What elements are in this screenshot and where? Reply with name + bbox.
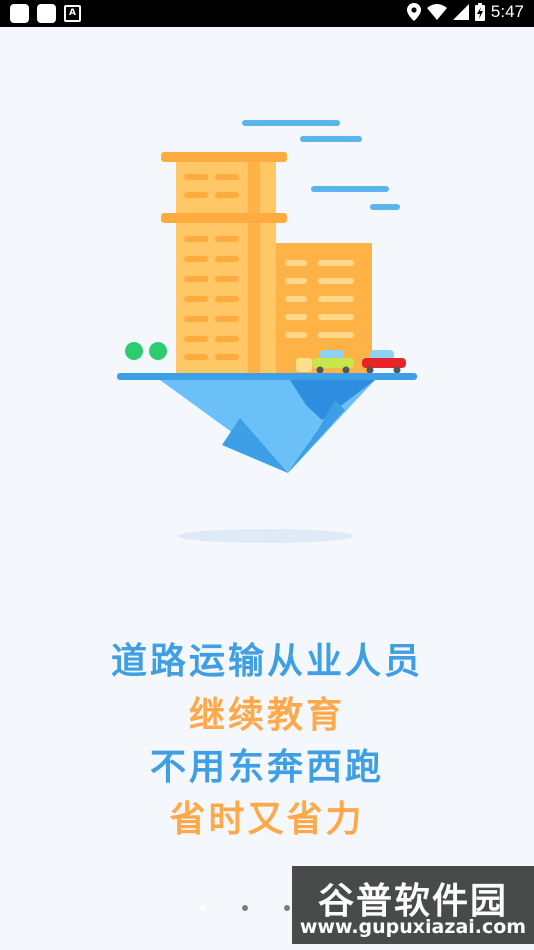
slogan-line-1: 道路运输从业人员	[110, 641, 423, 682]
battery-charging-icon	[474, 3, 485, 21]
signal-icon	[452, 4, 469, 20]
slogan-line-3: 不用东奔西跑	[149, 747, 384, 788]
slogan-line-4: 省时又省力	[169, 799, 365, 840]
system-icons: 5:47	[406, 2, 524, 22]
notification-app-icon	[37, 4, 56, 23]
city-island-illustration	[117, 120, 417, 543]
notification-app-icon	[10, 4, 29, 23]
tall-building	[161, 152, 287, 374]
watermark-url: www.gupuxiazai.com	[299, 916, 527, 938]
clock: 5:47	[490, 2, 524, 21]
island-shadow	[178, 529, 354, 543]
watermark: 谷普软件园 www.gupuxiazai.com	[292, 866, 534, 944]
page-dot-3[interactable]	[284, 905, 290, 911]
status-bar: A 5:47	[0, 0, 534, 27]
slogan-line-2: 继续教育	[188, 695, 345, 736]
page-dot-1[interactable]	[200, 905, 206, 911]
floating-island	[117, 373, 417, 473]
notification-a-icon: A	[64, 5, 81, 22]
page-indicator	[200, 905, 290, 911]
wifi-icon	[426, 4, 447, 20]
notification-icons: A	[10, 4, 81, 23]
trees	[125, 342, 167, 360]
location-icon	[406, 3, 421, 21]
page-dot-2[interactable]	[242, 905, 248, 911]
